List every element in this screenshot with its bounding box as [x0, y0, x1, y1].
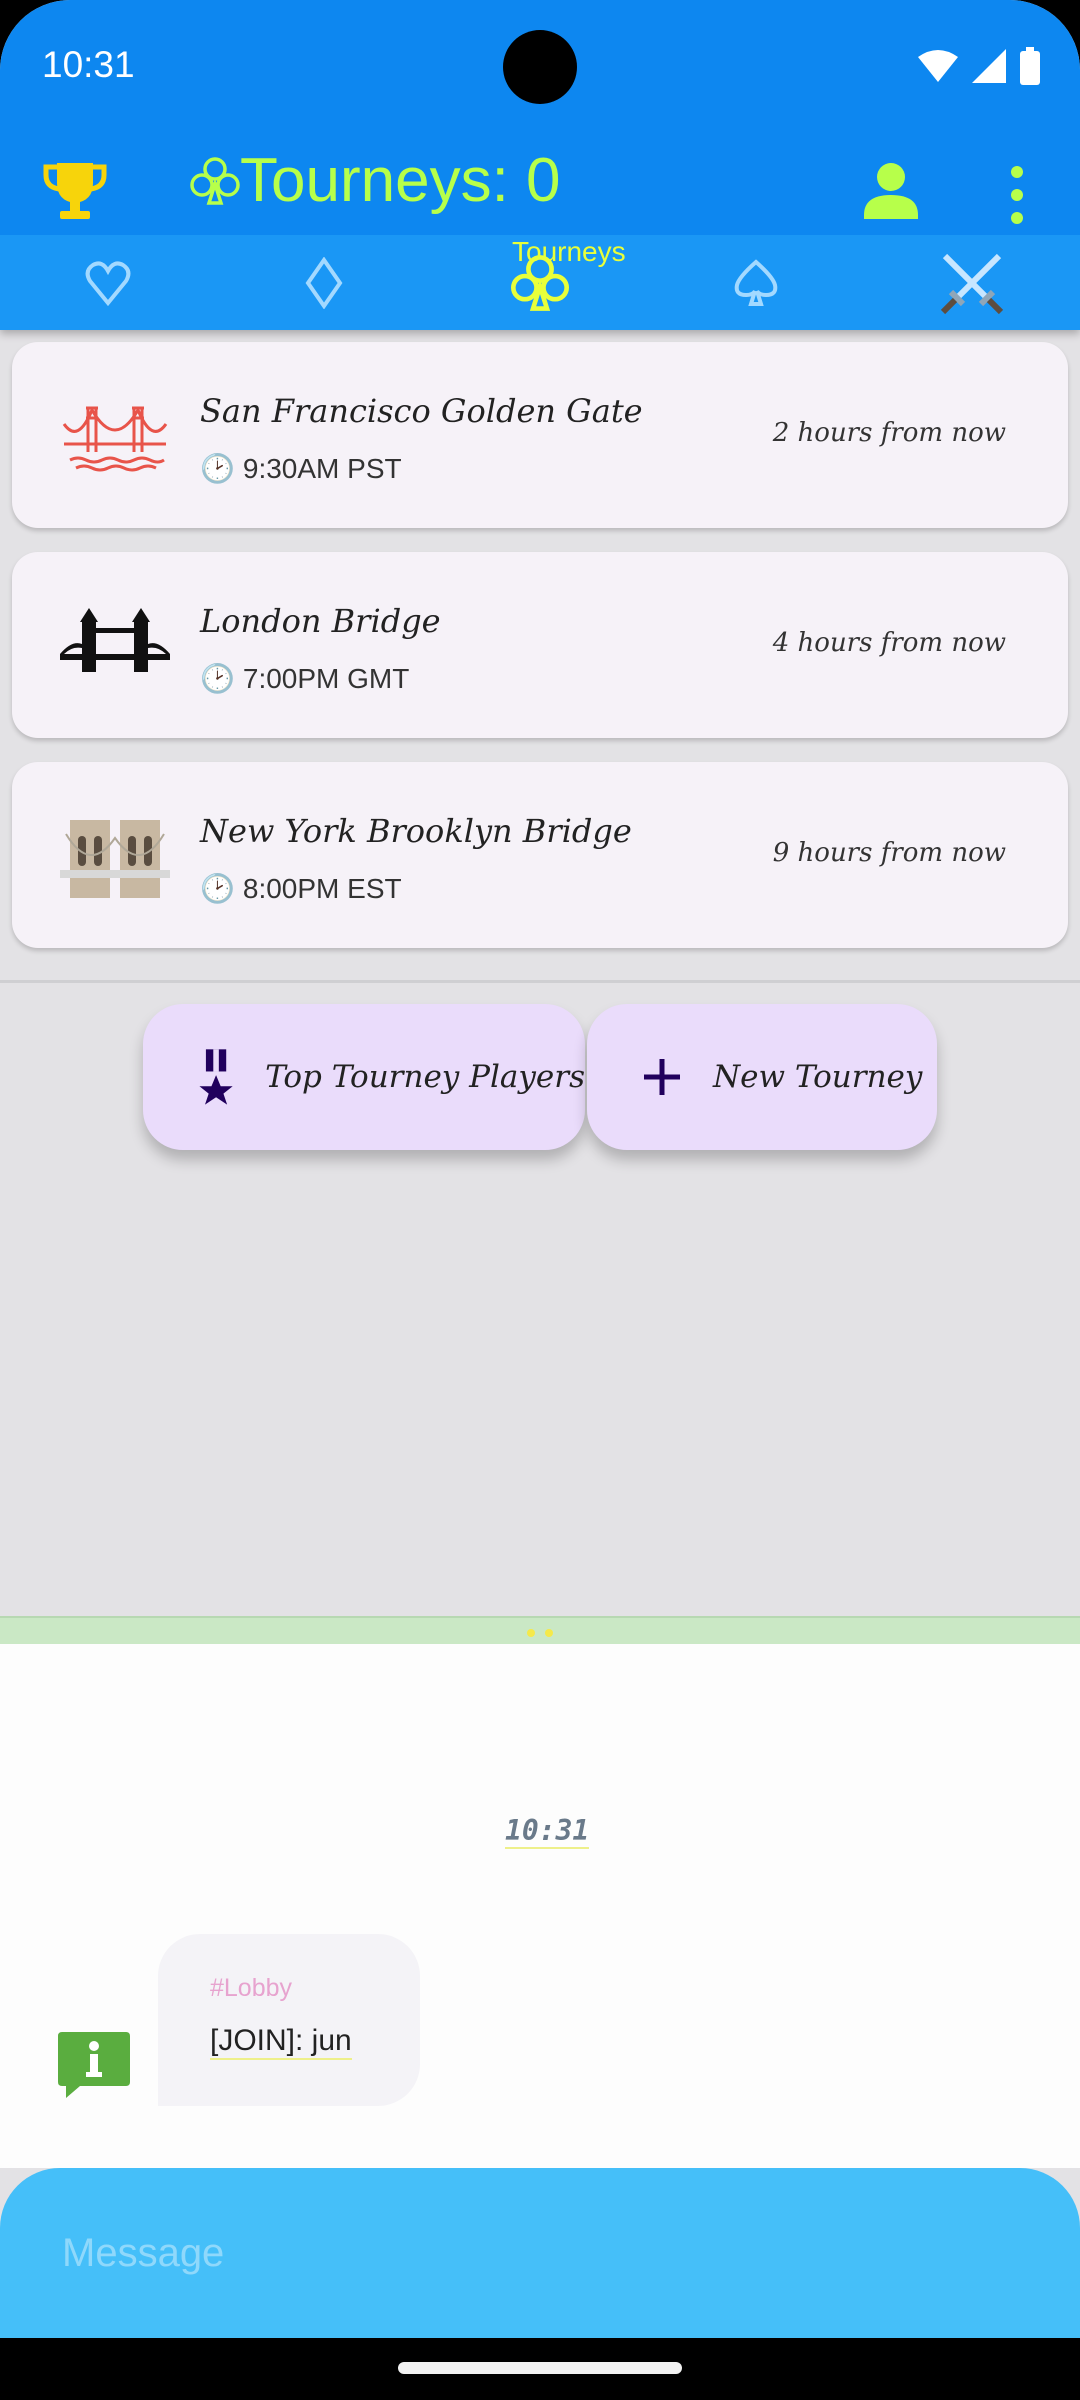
chat-message-text: [JOIN]: jun — [210, 2024, 352, 2060]
title-text: Tourneys: 0 — [240, 146, 561, 215]
tourney-time: 🕑 9:30AM PST — [200, 453, 402, 484]
tourney-name: New York Brooklyn Bridge — [200, 812, 632, 850]
page-title: Tourneys: 0 — [190, 145, 561, 216]
top-players-label: Top Tourney Players — [265, 1059, 585, 1095]
app-header: 10:31 Tourneys: 0 Tourneys — [0, 0, 1080, 330]
chat-timestamp: 10:31 — [505, 1814, 590, 1849]
diamond-outline-icon — [305, 256, 343, 309]
signal-icon — [972, 49, 1006, 83]
new-tourney-label: New Tourney — [713, 1059, 923, 1095]
chat-channel: #Lobby — [210, 1974, 293, 2002]
tourney-list: San Francisco Golden Gate 🕑 9:30AM PST 2 … — [0, 330, 1080, 980]
home-indicator[interactable] — [398, 2362, 682, 2374]
app-screen: 10:31 Tourneys: 0 Tourneys San Francisco… — [0, 0, 1080, 2400]
tab-hearts[interactable] — [0, 235, 216, 330]
chat-panel[interactable]: 10:31 #Lobby [JOIN]: jun — [0, 1644, 1080, 2168]
battery-icon — [1020, 47, 1040, 85]
wifi-icon — [918, 50, 958, 82]
status-icons — [918, 46, 1040, 86]
tourney-relative-time: 2 hours from now — [772, 418, 1006, 448]
clock-icon: 🕑 — [200, 453, 235, 484]
tourney-name: London Bridge — [200, 602, 441, 640]
camera-cutout — [503, 30, 577, 104]
tab-clubs-label: Tourneys — [512, 236, 626, 267]
account-button[interactable] — [860, 155, 922, 225]
more-vert-icon — [1011, 166, 1023, 224]
chat-message-bubble[interactable]: #Lobby [JOIN]: jun — [158, 1934, 420, 2106]
tourney-time: 🕑 7:00PM GMT — [200, 663, 410, 694]
account-icon — [864, 163, 918, 219]
overflow-menu-button[interactable] — [1000, 160, 1034, 230]
tourney-time: 🕑 8:00PM EST — [200, 873, 402, 904]
trophy-icon — [43, 163, 107, 219]
medal-icon — [199, 1049, 233, 1105]
club-outline-icon — [190, 156, 240, 205]
golden-gate-icon — [60, 394, 170, 484]
add-icon — [644, 1059, 680, 1095]
new-tourney-button[interactable]: New Tourney — [587, 1004, 937, 1150]
crossed-swords-icon — [940, 253, 1004, 314]
message-bar — [0, 2168, 1080, 2338]
brooklyn-bridge-icon — [60, 814, 170, 904]
tab-diamonds[interactable] — [216, 235, 432, 330]
tourney-name: San Francisco Golden Gate — [200, 392, 643, 430]
status-bar: 10:31 — [0, 0, 1080, 135]
top-players-button[interactable]: Top Tourney Players — [143, 1004, 585, 1150]
clock-icon: 🕑 — [200, 873, 235, 904]
message-input[interactable] — [62, 2218, 1022, 2288]
tourney-relative-time: 9 hours from now — [772, 838, 1006, 868]
tourney-card-london[interactable]: London Bridge 🕑 7:00PM GMT 4 hours from n… — [12, 552, 1068, 738]
list-divider — [0, 980, 1080, 983]
tab-battle[interactable] — [864, 235, 1080, 330]
heart-outline-icon — [85, 261, 131, 306]
tab-spades[interactable] — [648, 235, 864, 330]
trophy-button[interactable] — [40, 155, 110, 225]
system-nav-bar — [0, 2338, 1080, 2400]
info-message-icon — [56, 2028, 132, 2098]
handle-dot — [545, 1629, 553, 1637]
status-time: 10:31 — [42, 44, 135, 85]
spade-outline-icon — [734, 258, 778, 306]
tower-bridge-icon — [60, 604, 170, 694]
tourney-card-golden-gate[interactable]: San Francisco Golden Gate 🕑 9:30AM PST 2 … — [12, 342, 1068, 528]
tourney-relative-time: 4 hours from now — [772, 628, 1006, 658]
app-bar: Tourneys: 0 — [0, 135, 1080, 235]
split-drag-handle[interactable] — [0, 1616, 1080, 1644]
handle-dot — [527, 1629, 535, 1637]
tourney-card-brooklyn[interactable]: New York Brooklyn Bridge 🕑 8:00PM EST 9 h… — [12, 762, 1068, 948]
clock-icon: 🕑 — [200, 663, 235, 694]
